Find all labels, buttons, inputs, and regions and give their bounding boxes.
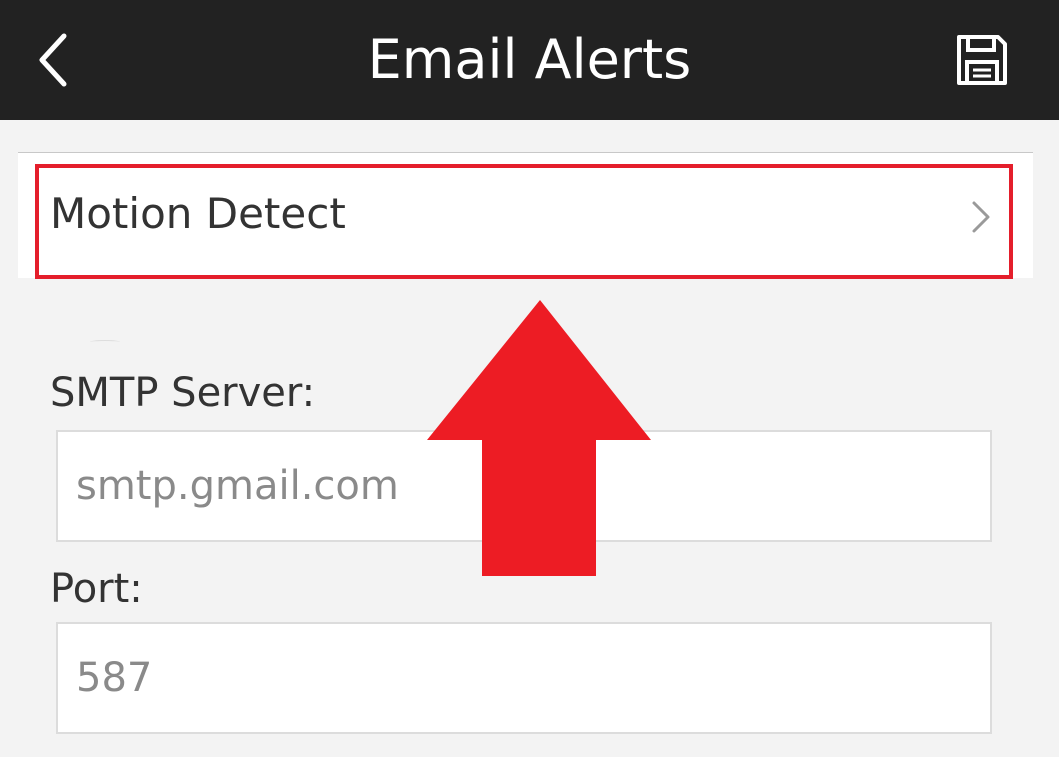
port-input[interactable] <box>56 622 992 734</box>
up-arrow-icon <box>427 300 651 576</box>
header-bar: Email Alerts <box>0 0 1059 120</box>
motion-detect-label: Motion Detect <box>50 189 346 238</box>
motion-detect-row[interactable]: Motion Detect <box>18 153 1033 278</box>
floppy-disk-icon <box>957 35 1007 85</box>
save-button[interactable] <box>946 24 1018 96</box>
smtp-server-label: SMTP Server: <box>50 370 316 416</box>
back-button[interactable] <box>22 22 86 98</box>
port-label: Port: <box>50 566 143 612</box>
page-title: Email Alerts <box>367 28 692 91</box>
chevron-left-icon <box>39 33 67 87</box>
chevron-right-icon <box>972 201 990 233</box>
divider-mark <box>90 340 120 344</box>
